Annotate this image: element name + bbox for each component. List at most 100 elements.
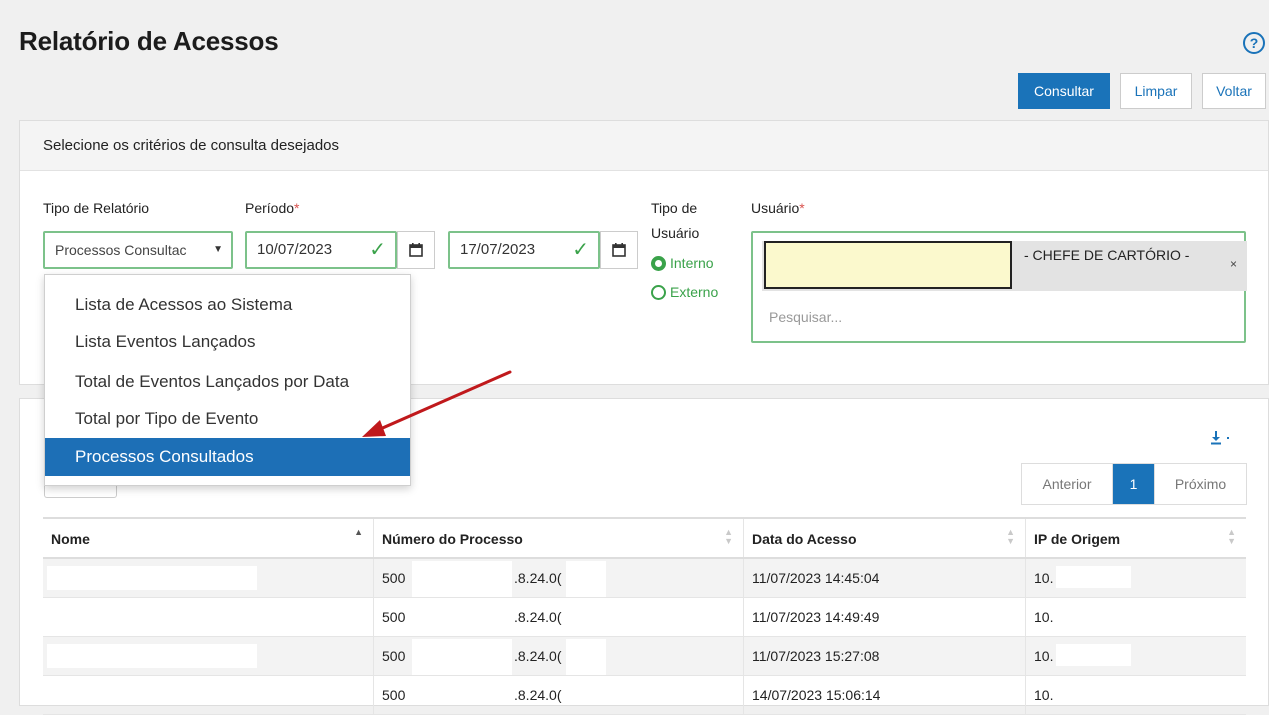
column-header-label: Data do Acesso: [752, 531, 857, 547]
redacted-processo: [412, 561, 512, 597]
tipo-relatorio-select[interactable]: Processos Consultac ▼: [43, 231, 233, 269]
sort-icon: ▲ ▼: [1227, 527, 1236, 546]
sort-icon: ▲ ▼: [1006, 527, 1015, 546]
dropdown-option[interactable]: Lista Eventos Lançados: [45, 323, 410, 361]
dropdown-option[interactable]: Total por Tipo de Evento: [45, 400, 410, 438]
cell-data-acesso: 11/07/2023 15:27:08: [744, 637, 1026, 675]
cell-data-acesso: 11/07/2023 14:49:49: [744, 598, 1026, 636]
redacted-name: [47, 644, 257, 668]
column-header-label: Número do Processo: [382, 531, 523, 547]
tipo-relatorio-label: Tipo de Relatório: [43, 200, 150, 216]
cell-nome: [43, 637, 374, 675]
processo-prefix: 500: [382, 609, 406, 625]
periodo-label: Período*: [245, 200, 300, 216]
table-header-row: Nome ▲ Número do Processo ▲ ▼ Data do Acess…: [43, 519, 1246, 559]
dropdown-option[interactable]: Lista de Acessos ao Sistema: [45, 286, 410, 324]
calendar-icon: [409, 243, 423, 257]
pagination: Anterior 1 Próximo: [1021, 463, 1247, 505]
download-arrow-icon: [1211, 431, 1229, 445]
column-header-numero-processo[interactable]: Número do Processo ▲ ▼: [374, 519, 744, 557]
dropdown-option[interactable]: Total de Eventos Lançados por Data: [45, 363, 410, 401]
usuario-multiselect[interactable]: - CHEFE DE CARTÓRIO - × Pesquisar...: [751, 231, 1247, 343]
periodo-inicio-input[interactable]: 10/07/2023 ✓: [245, 231, 397, 269]
column-header-nome[interactable]: Nome ▲: [43, 519, 374, 557]
redacted-processo: [566, 561, 606, 597]
check-icon: ✓: [369, 239, 386, 261]
processo-prefix: 500: [382, 648, 406, 664]
voltar-button[interactable]: Voltar: [1202, 73, 1266, 109]
sort-asc-icon: ▲: [354, 527, 363, 537]
column-header-ip-origem[interactable]: IP de Origem ▲ ▼: [1026, 519, 1246, 557]
tipo-usuario-label-2: Usuário: [651, 225, 700, 241]
check-icon: ✓: [572, 239, 589, 261]
cell-ip-origem: 10.: [1034, 687, 1054, 703]
calendar-button-inicio[interactable]: [397, 231, 435, 269]
usuario-label-text: Usuário: [751, 200, 800, 216]
cell-nome: [43, 676, 374, 714]
ip-prefix: 10.: [1034, 570, 1054, 586]
usuario-tag-text: - CHEFE DE CARTÓRIO -: [1024, 247, 1190, 263]
table-row[interactable]: 500 .8.24.0( 11/07/2023 14:49:49 10.: [43, 598, 1246, 637]
calendar-icon: [612, 243, 626, 257]
redacted-ip: [1056, 644, 1131, 666]
usuario-label: Usuário*: [751, 200, 805, 216]
column-header-label: IP de Origem: [1034, 531, 1121, 547]
redacted-processo: [566, 639, 606, 675]
consultar-button[interactable]: Consultar: [1018, 73, 1110, 109]
radio-interno-label: Interno: [670, 255, 714, 271]
cell-ip-origem: 10.: [1034, 609, 1054, 625]
periodo-fim-input[interactable]: 17/07/2023 ✓: [448, 231, 600, 269]
limpar-button[interactable]: Limpar: [1120, 73, 1192, 109]
tipo-usuario-label-1: Tipo de: [651, 200, 698, 216]
calendar-button-fim[interactable]: [600, 231, 638, 269]
radio-externo[interactable]: Externo: [651, 284, 718, 300]
redacted-username: [764, 241, 1012, 289]
download-icon[interactable]: [1209, 431, 1231, 448]
results-table: Nome ▲ Número do Processo ▲ ▼ Data do Acess…: [43, 517, 1246, 715]
processo-suffix: .8.24.0(: [514, 648, 562, 664]
table-row[interactable]: 500 .8.24.0( 11/07/2023 15:27:08 10.: [43, 637, 1246, 676]
pager-current-page[interactable]: 1: [1113, 464, 1154, 504]
cell-ip-origem: 10.: [1026, 559, 1246, 597]
periodo-inicio-value: 10/07/2023: [257, 241, 333, 258]
caret-down-icon: ▼: [213, 244, 223, 255]
processo-suffix: .8.24.0(: [514, 687, 562, 703]
cell-numero-processo: 500 .8.24.0(: [374, 559, 744, 597]
column-header-data-acesso[interactable]: Data do Acesso ▲ ▼: [744, 519, 1026, 557]
help-icon[interactable]: ?: [1243, 32, 1265, 54]
cell-nome: [43, 598, 374, 636]
close-icon[interactable]: ×: [1230, 257, 1237, 271]
radio-externo-label: Externo: [670, 284, 719, 300]
redacted-processo: [412, 639, 512, 675]
required-mark: *: [799, 200, 805, 216]
criteria-heading: Selecione os critérios de consulta desej…: [20, 121, 1268, 171]
cell-data-acesso: 14/07/2023 15:06:14: [744, 676, 1026, 714]
table-row[interactable]: 500 .8.24.0( 14/07/2023 15:06:14 10.: [43, 676, 1246, 715]
usuario-selected-tag: - CHEFE DE CARTÓRIO - ×: [762, 241, 1247, 291]
processo-suffix: .8.24.0(: [514, 609, 562, 625]
cell-nome: [43, 559, 374, 597]
table-row[interactable]: 500 .8.24.0( 11/07/2023 14:45:04 10.: [43, 559, 1246, 598]
usuario-search-input[interactable]: Pesquisar...: [769, 309, 842, 325]
cell-numero-processo: 500 .8.24.0(: [374, 676, 744, 714]
cell-numero-processo: 500 .8.24.0(: [374, 598, 744, 636]
processo-prefix: 500: [382, 570, 406, 586]
dropdown-option-selected[interactable]: Processos Consultados: [45, 438, 410, 476]
required-mark: *: [294, 200, 300, 216]
periodo-fim-value: 17/07/2023: [460, 241, 536, 258]
radio-unchecked-icon: [651, 284, 666, 300]
cell-ip-origem: 10.: [1026, 637, 1246, 675]
ip-prefix: 10.: [1034, 648, 1054, 664]
pager-previous-button[interactable]: Anterior: [1022, 464, 1113, 504]
periodo-label-text: Período: [245, 200, 295, 216]
radio-checked-icon: [651, 255, 666, 271]
page-title: Relatório de Acessos: [19, 26, 279, 56]
processo-suffix: .8.24.0(: [514, 570, 562, 586]
pager-next-button[interactable]: Próximo: [1154, 464, 1246, 504]
cell-numero-processo: 500 .8.24.0(: [374, 637, 744, 675]
radio-interno[interactable]: Interno: [651, 255, 714, 271]
tipo-relatorio-value: Processos Consultac: [55, 242, 187, 258]
column-header-label: Nome: [51, 531, 90, 547]
cell-data-acesso: 11/07/2023 14:45:04: [744, 559, 1026, 597]
redacted-name: [47, 566, 257, 590]
